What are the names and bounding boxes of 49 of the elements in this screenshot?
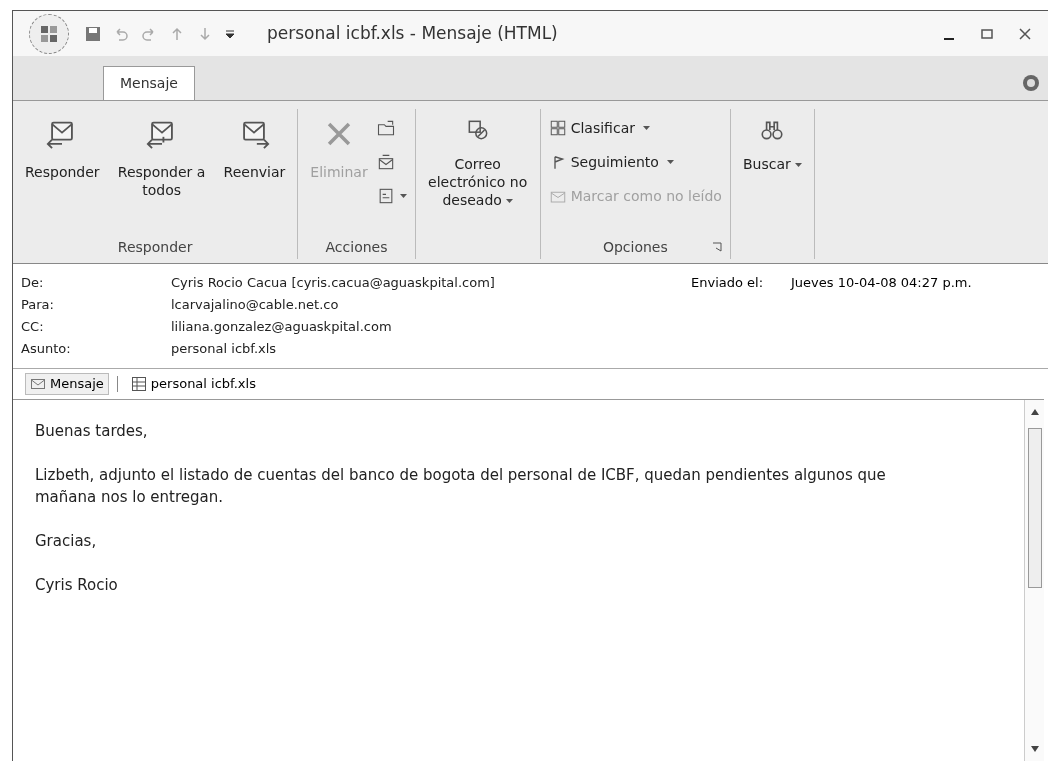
save-icon[interactable] [85, 25, 101, 42]
ribbon-tab[interactable]: Mensaje [103, 66, 195, 100]
body-paragraph: Buenas tardes, [35, 421, 149, 442]
help-icon[interactable] [1022, 74, 1040, 92]
body-paragraph: Lizbeth, adjunto el listado de cuentas del banco de bogota del personal de ICBF, quedan pendientes algunos que mañana nos lo entregan. [35, 465, 887, 508]
envelope-icon [30, 376, 46, 392]
field-label: De: [21, 274, 45, 293]
ribbon-button[interactable]: Responder [21, 109, 104, 213]
group-label: Responder [117, 237, 193, 257]
ribbon-button[interactable]: Buscar [738, 109, 806, 213]
caret-icon [642, 126, 650, 130]
body-paragraph: Cyris Rocio [35, 575, 119, 596]
caret-icon [399, 194, 407, 198]
body-paragraph: Gracias, [35, 531, 98, 552]
field-label: Asunto: [21, 340, 72, 359]
caret-icon [505, 199, 513, 203]
ribbon-button[interactable]: Clasificar [548, 113, 722, 143]
field-value: Jueves 10-04-08 04:27 p.m. [791, 274, 972, 293]
field-label: CC: [21, 318, 45, 337]
close-icon[interactable] [1018, 26, 1032, 41]
caret-icon [666, 160, 674, 164]
dialog-launcher-icon[interactable] [711, 242, 722, 252]
folder-icon [375, 118, 396, 138]
maximize-icon[interactable] [980, 26, 994, 41]
office-button[interactable] [29, 13, 69, 54]
field-value: Cyris Rocio Cacua [cyris.cacua@aguaskpital.com] [171, 274, 496, 293]
grid-icon [548, 119, 567, 137]
scroll-thumb[interactable] [1027, 428, 1042, 588]
field-value: personal icbf.xls [171, 340, 278, 359]
ribbon-button[interactable]: Reenviar [219, 109, 290, 213]
scroll-up-icon[interactable] [1029, 408, 1040, 416]
field-value: liliana.gonzalez@aguaskpital.com [171, 318, 393, 337]
attachment-tab[interactable]: Mensaje [25, 373, 109, 395]
spreadsheet-icon [130, 376, 147, 392]
group-label: Opciones [602, 237, 668, 257]
windows-logo-icon [39, 23, 59, 44]
ribbon-button[interactable]: Responder a todos [107, 109, 216, 213]
window-title: personal icbf.xls - Mensaje (HTML) [267, 21, 559, 45]
scrollbar[interactable] [1024, 400, 1044, 761]
scroll-down-icon[interactable] [1029, 745, 1040, 753]
group-label: Acciones [325, 237, 388, 257]
caret-icon [794, 163, 802, 167]
field-value: lcarvajalino@cable.net.co [171, 296, 340, 315]
field-label: Para: [21, 296, 55, 315]
ribbon-button[interactable]: Correo electrónico no deseado [423, 109, 532, 213]
field-label: Enviado el: [691, 274, 765, 293]
attachment-tab[interactable]: personal icbf.xls [125, 373, 261, 395]
ribbon-button[interactable]: Seguimiento [548, 147, 722, 177]
customize-icon[interactable] [225, 27, 235, 40]
